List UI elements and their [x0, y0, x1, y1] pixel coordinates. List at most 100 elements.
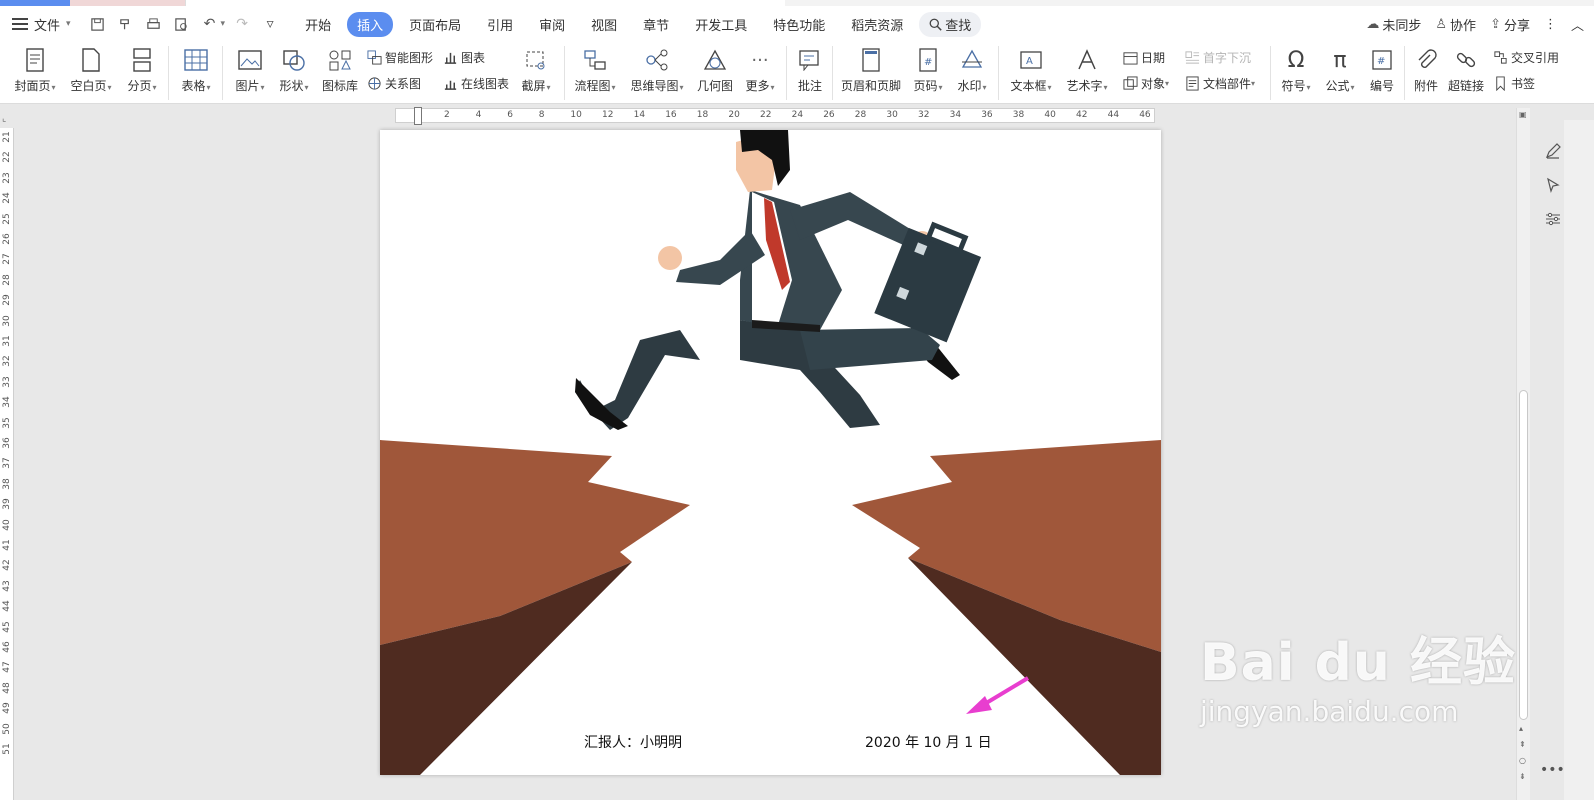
collaborate-label: 协作	[1450, 18, 1477, 34]
wordart-button[interactable]: 艺术字▾	[1064, 42, 1110, 104]
chevron-down-icon[interactable]: ▾	[66, 19, 71, 29]
hamburger-icon[interactable]	[12, 18, 28, 30]
cover-page-button[interactable]: 封面页▾	[12, 42, 58, 104]
tab-insert[interactable]: 插入	[347, 11, 394, 37]
textbox-button[interactable]: A 文本框▾	[1008, 42, 1054, 104]
relation-chart-button[interactable]: 关系图	[366, 75, 421, 92]
save-icon[interactable]	[87, 13, 109, 35]
bookmark-button[interactable]: 书签	[1492, 75, 1535, 92]
page-break-button[interactable]: 分页▾	[124, 42, 160, 104]
tab-start[interactable]: 开始	[295, 12, 341, 37]
indent-marker[interactable]	[414, 107, 422, 125]
scrollbar-thumb[interactable]	[1519, 390, 1528, 720]
tab-docer-resources[interactable]: 稻壳资源	[841, 12, 913, 37]
chart-label: 图表	[461, 51, 486, 65]
vertical-ruler[interactable]: 21 22 23 24 25 26 27 28 29 30 31 32 33 34 35 36 37 38 39 40…	[0, 128, 14, 800]
search-button[interactable]: 查找	[919, 11, 982, 37]
object-button[interactable]: 对象 ▾	[1122, 75, 1169, 92]
wordart-icon	[1074, 47, 1100, 73]
bar-chart-icon	[442, 50, 458, 66]
watermark-button[interactable]: 水印▾	[954, 42, 990, 104]
scroll-up-icon[interactable]: ▴	[1519, 724, 1523, 733]
chart-button[interactable]: 图表	[442, 49, 485, 66]
more-button[interactable]: ··· 更多▾	[742, 42, 778, 104]
drop-cap-button[interactable]: 首字下沉	[1184, 49, 1251, 66]
mindmap-button[interactable]: 思维导图▾	[628, 42, 686, 104]
tab-view[interactable]: 视图	[581, 12, 627, 37]
symbol-button[interactable]: Ω 符号▾	[1278, 42, 1314, 104]
document-parts-icon	[1184, 76, 1200, 92]
document-parts-button[interactable]: 文档部件 ▾	[1184, 75, 1255, 92]
header-footer-button[interactable]: 页眉和页脚	[840, 42, 902, 104]
share-button[interactable]: ⇪ 分享	[1490, 15, 1530, 34]
screenshot-button[interactable]: 截屏▾	[516, 42, 556, 104]
collaborate-button[interactable]: ♙ 协作	[1435, 15, 1476, 34]
ribbon-separator	[168, 46, 169, 100]
document-page[interactable]: 汇报人：小明明 2020 年 10 月 1 日	[380, 130, 1161, 775]
comment-button[interactable]: 批注	[794, 42, 826, 104]
businessman-jump-illustration[interactable]	[380, 130, 1161, 775]
page-number-button[interactable]: # 页码▾	[910, 42, 946, 104]
formula-button[interactable]: π 公式▾	[1322, 42, 1358, 104]
undo-icon[interactable]: ↶	[199, 13, 221, 35]
shape-button[interactable]: 形状▾	[276, 42, 312, 104]
cursor-icon[interactable]	[1540, 172, 1566, 198]
geometry-button[interactable]: 几何图	[696, 42, 734, 104]
icon-library-label: 图标库	[321, 79, 358, 93]
prev-page-icon[interactable]: ⇞	[1519, 740, 1526, 749]
print-preview-icon[interactable]	[171, 13, 193, 35]
ruler-number: 46	[2, 641, 12, 653]
vertical-scrollbar[interactable]: ▣ ▴ ⇞ ○ ⇟	[1516, 108, 1530, 800]
tab-special[interactable]: 特色功能	[763, 12, 835, 37]
mindmap-label: 思维导图	[630, 79, 679, 93]
sync-button[interactable]: ☁ 未同步	[1366, 15, 1421, 34]
watermark-brand: Bai du 经验	[1200, 633, 1516, 693]
drop-cap-label: 首字下沉	[1203, 51, 1252, 65]
select-browse-icon[interactable]: ○	[1519, 756, 1526, 765]
more-dots-icon[interactable]: •••	[1540, 762, 1565, 778]
file-menu[interactable]: 文件	[34, 15, 60, 34]
collapse-ribbon-icon[interactable]: ︿	[1571, 15, 1584, 34]
attachment-button[interactable]: 附件	[1410, 42, 1442, 104]
smart-art-label: 智能图形	[385, 51, 434, 65]
tab-review[interactable]: 审阅	[529, 12, 575, 37]
cross-reference-button[interactable]: 交叉引用	[1492, 49, 1559, 66]
more-options-icon[interactable]: ⋮	[1544, 17, 1557, 32]
customize-toolbar-icon[interactable]: ▿	[259, 13, 281, 35]
date-button[interactable]: 日期	[1122, 49, 1165, 66]
format-painter-icon[interactable]	[115, 13, 137, 35]
ruler-number: 30	[886, 110, 898, 120]
online-chart-icon	[442, 76, 458, 92]
ruler-number: 45	[2, 620, 12, 633]
sync-label: 未同步	[1382, 18, 1422, 34]
pen-icon[interactable]	[1540, 138, 1566, 164]
table-button[interactable]: 表格▾	[178, 42, 214, 104]
next-page-icon[interactable]: ⇟	[1519, 772, 1526, 781]
horizontal-ruler[interactable]: 2 4 6 8 10 12 14 16 18 20 22 24 26 28 30 32 34 36 38 40 42 44…	[395, 107, 1155, 125]
redo-icon[interactable]: ↷	[231, 13, 253, 35]
tab-section[interactable]: 章节	[633, 12, 679, 37]
chevron-down-icon[interactable]: ▾	[221, 19, 226, 29]
smart-art-button[interactable]: 智能图形	[366, 49, 433, 66]
flowchart-button[interactable]: 流程图▾	[572, 42, 618, 104]
reporter-text[interactable]: 汇报人：小明明	[584, 732, 682, 752]
date-text[interactable]: 2020 年 10 月 1 日	[865, 732, 992, 752]
ruler-toggle-icon[interactable]: ▣	[1519, 110, 1527, 119]
hyperlink-button[interactable]: 超链接	[1446, 42, 1486, 104]
tab-developer[interactable]: 开发工具	[685, 12, 757, 37]
page-number-label: 页码	[913, 79, 938, 93]
online-chart-button[interactable]: 在线图表	[442, 75, 509, 92]
icon-library-button[interactable]: 图标库	[320, 42, 360, 104]
blank-page-button[interactable]: 空白页▾	[68, 42, 114, 104]
ribbon-separator	[832, 46, 833, 100]
picture-button[interactable]: 图片▾	[232, 42, 268, 104]
ruler-number: 8	[538, 110, 545, 120]
print-icon[interactable]	[143, 13, 165, 35]
tab-selector-icon[interactable]: ⌞	[2, 114, 6, 124]
tab-references[interactable]: 引用	[477, 12, 523, 37]
tab-page-layout[interactable]: 页面布局	[399, 12, 471, 37]
ruler-number: 39	[2, 498, 12, 510]
numbering-button[interactable]: # 编号	[1366, 42, 1398, 104]
settings-sliders-icon[interactable]	[1540, 206, 1566, 232]
bookmark-label: 书签	[1511, 77, 1536, 91]
